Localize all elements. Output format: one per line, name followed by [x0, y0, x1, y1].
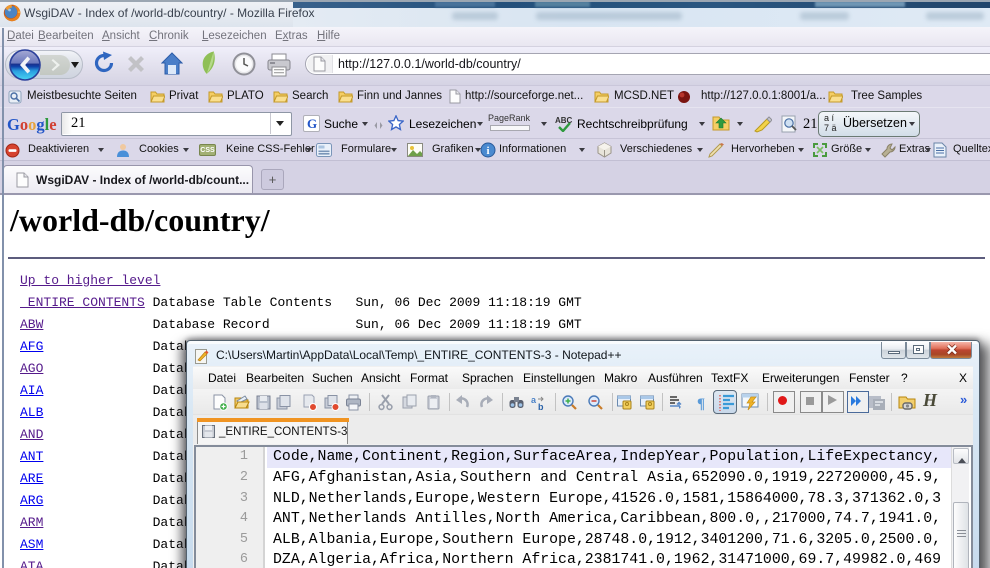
svg-text:b: b: [538, 402, 544, 411]
svg-text:¶: ¶: [697, 396, 705, 411]
svg-text:a: a: [531, 395, 537, 405]
svg-text:i: i: [486, 145, 489, 157]
